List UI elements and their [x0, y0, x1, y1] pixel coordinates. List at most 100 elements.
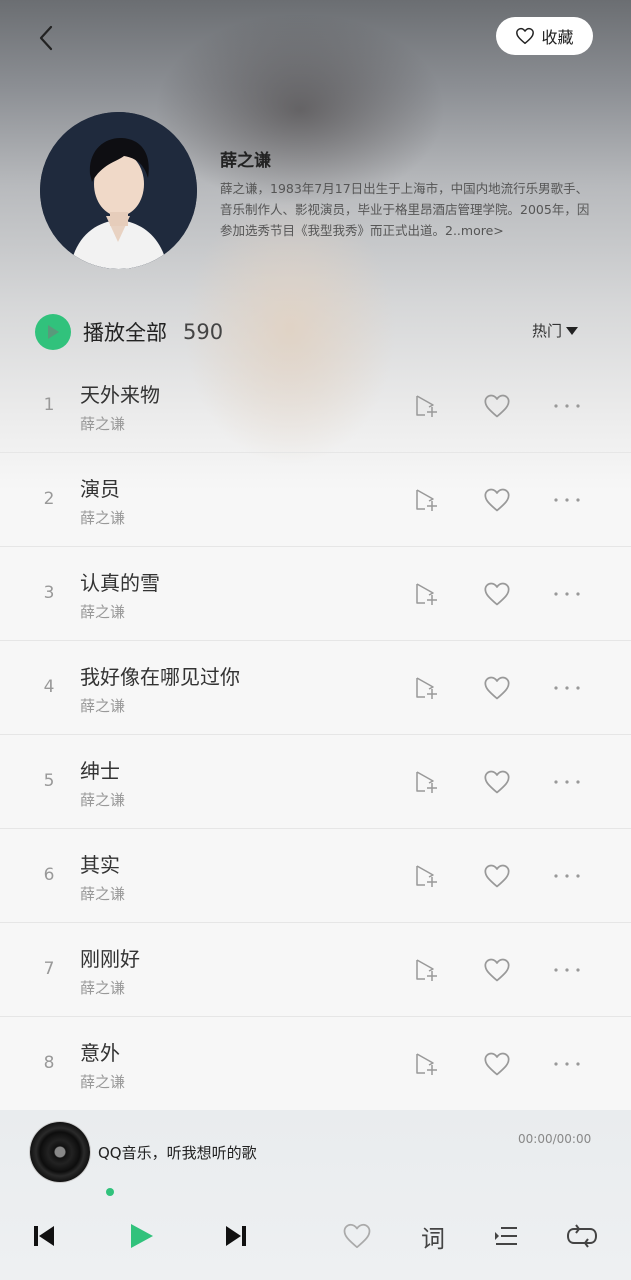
heart-outline-icon	[484, 958, 510, 982]
more-dots-icon	[554, 404, 580, 408]
mini-player: QQ音乐，听我想听的歌 00:00/00:00 词	[0, 1110, 631, 1280]
add-to-playlist-button[interactable]	[411, 673, 441, 703]
more-options-button[interactable]	[552, 767, 582, 797]
add-to-playlist-icon	[416, 1053, 437, 1075]
song-row[interactable]: 3 认真的雪 薛之谦	[0, 547, 631, 641]
song-list: 1 天外来物 薛之谦 2 演员 薛之谦 3 认真的雪 薛之谦 4 我好像在哪见过…	[0, 359, 631, 1111]
song-index: 1	[43, 395, 55, 415]
song-title: 刚刚好	[80, 947, 140, 971]
song-artist: 薛之谦	[80, 509, 126, 527]
more-options-button[interactable]	[552, 1049, 582, 1079]
add-to-playlist-button[interactable]	[411, 1049, 441, 1079]
like-button[interactable]	[482, 673, 512, 703]
caret-down-icon	[566, 326, 579, 335]
more-dots-icon	[554, 780, 580, 784]
song-row[interactable]: 4 我好像在哪见过你 薛之谦	[0, 641, 631, 735]
more-dots-icon	[554, 686, 580, 690]
more-options-button[interactable]	[552, 673, 582, 703]
song-title: 天外来物	[80, 383, 160, 407]
song-artist: 薛之谦	[80, 885, 126, 903]
progress-indicator[interactable]	[106, 1188, 114, 1196]
next-button[interactable]	[216, 1216, 256, 1256]
song-index: 3	[43, 583, 55, 603]
play-all-button[interactable]: 播放全部 590	[35, 313, 223, 351]
heart-outline-icon	[484, 488, 510, 512]
like-button[interactable]	[482, 1049, 512, 1079]
sort-dropdown[interactable]: 热门	[532, 320, 579, 341]
heart-outline-icon	[484, 864, 510, 888]
play-button[interactable]	[121, 1216, 161, 1256]
play-all-label: 播放全部	[83, 321, 167, 345]
more-dots-icon	[554, 592, 580, 596]
song-artist: 薛之谦	[80, 1073, 126, 1091]
add-to-playlist-button[interactable]	[411, 955, 441, 985]
artist-bio[interactable]: 薛之谦，1983年7月17日出生于上海市，中国内地流行乐男歌手、音乐制作人、影视…	[220, 178, 592, 241]
more-options-button[interactable]	[552, 955, 582, 985]
add-to-playlist-button[interactable]	[411, 485, 441, 515]
more-options-button[interactable]	[552, 861, 582, 891]
skip-next-icon	[226, 1226, 246, 1246]
like-button[interactable]	[482, 955, 512, 985]
like-button[interactable]	[482, 579, 512, 609]
playback-time: 00:00/00:00	[518, 1132, 592, 1146]
lyrics-button[interactable]: 词	[413, 1216, 453, 1256]
back-button[interactable]	[28, 18, 64, 58]
song-title: 演员	[80, 477, 120, 501]
like-current-button[interactable]	[337, 1216, 377, 1256]
repeat-icon	[566, 1224, 598, 1248]
like-button[interactable]	[482, 861, 512, 891]
now-playing-text: QQ音乐，听我想听的歌	[98, 1144, 257, 1162]
song-title: 我好像在哪见过你	[80, 665, 240, 689]
song-row[interactable]: 6 其实 薛之谦	[0, 829, 631, 923]
artist-name: 薛之谦	[220, 151, 271, 171]
song-row[interactable]: 8 意外 薛之谦	[0, 1017, 631, 1111]
song-index: 2	[43, 489, 55, 509]
previous-button[interactable]	[24, 1216, 64, 1256]
artist-avatar	[40, 112, 197, 269]
song-index: 4	[43, 677, 55, 697]
song-row[interactable]: 1 天外来物 薛之谦	[0, 359, 631, 453]
song-index: 8	[43, 1053, 55, 1073]
play-circle-icon	[35, 314, 71, 350]
heart-outline-icon	[484, 770, 510, 794]
song-title: 认真的雪	[80, 571, 160, 595]
add-to-playlist-button[interactable]	[411, 861, 441, 891]
song-artist: 薛之谦	[80, 791, 126, 809]
song-artist: 薛之谦	[80, 697, 126, 715]
repeat-mode-button[interactable]	[562, 1216, 602, 1256]
album-disc-icon[interactable]	[30, 1122, 90, 1182]
add-to-playlist-icon	[416, 959, 437, 981]
song-row[interactable]: 5 绅士 薛之谦	[0, 735, 631, 829]
song-index: 6	[43, 865, 55, 885]
like-button[interactable]	[482, 391, 512, 421]
play-icon	[131, 1224, 153, 1248]
add-to-playlist-icon	[416, 677, 437, 699]
song-title: 绅士	[80, 759, 120, 783]
add-to-playlist-button[interactable]	[411, 579, 441, 609]
song-row[interactable]: 2 演员 薛之谦	[0, 453, 631, 547]
more-options-button[interactable]	[552, 579, 582, 609]
like-button[interactable]	[482, 767, 512, 797]
skip-previous-icon	[34, 1226, 54, 1246]
song-artist: 薛之谦	[80, 603, 126, 621]
like-button[interactable]	[482, 485, 512, 515]
favorite-button[interactable]: 收藏	[496, 17, 593, 55]
song-artist: 薛之谦	[80, 415, 126, 433]
more-options-button[interactable]	[552, 485, 582, 515]
playlist-queue-icon	[495, 1227, 517, 1245]
song-artist: 薛之谦	[80, 979, 126, 997]
add-to-playlist-button[interactable]	[411, 391, 441, 421]
more-dots-icon	[554, 1062, 580, 1066]
playlist-queue-button[interactable]	[486, 1216, 526, 1256]
add-to-playlist-button[interactable]	[411, 767, 441, 797]
heart-outline-icon	[343, 1223, 371, 1249]
add-to-playlist-icon	[416, 489, 437, 511]
more-dots-icon	[554, 498, 580, 502]
song-title: 其实	[80, 853, 120, 877]
more-dots-icon	[554, 968, 580, 972]
heart-outline-icon	[516, 27, 535, 45]
song-row[interactable]: 7 刚刚好 薛之谦	[0, 923, 631, 1017]
add-to-playlist-icon	[416, 865, 437, 887]
add-to-playlist-icon	[416, 395, 437, 417]
more-options-button[interactable]	[552, 391, 582, 421]
